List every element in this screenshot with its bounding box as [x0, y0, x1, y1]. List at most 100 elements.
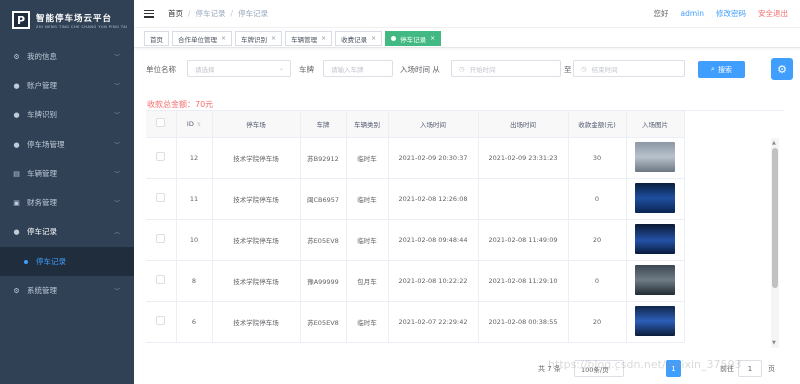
cell-type: 包月车 [346, 260, 389, 302]
tag-label: 车辆管理 [291, 35, 318, 44]
row-checkbox[interactable] [156, 316, 166, 325]
table-row[interactable]: 10 技术学院停车场 苏E05EV8 临时车 2021-02-08 09:48:44 20… [146, 219, 685, 261]
table-row[interactable]: 8 技术学院停车场 豫A99999 包月车 2021-02-08 10:22:22 202… [146, 260, 685, 302]
row-checkbox[interactable] [156, 193, 166, 202]
gear-icon: ⚙ [777, 62, 787, 76]
sidebar-item-label: 系统管理 [27, 286, 57, 295]
user-icon: ● [13, 81, 20, 90]
table-row[interactable]: 12 技术学院停车场 苏B92912 临时车 2021-02-09 20:30:37 20… [146, 137, 685, 179]
clock-icon: ◷ [459, 64, 465, 73]
app-title: 智能停车场云平台 [36, 13, 113, 24]
time-label: 入场时间 从 [400, 65, 440, 74]
cell-id: 6 [176, 301, 213, 343]
sidebar-item-4[interactable]: ▤ 车辆管理 ﹀ [0, 159, 134, 188]
gear-icon: ⚙ [13, 52, 20, 61]
row-checkbox[interactable] [156, 275, 166, 284]
sidebar-item-5[interactable]: ▣ 财务管理 ﹀ [0, 188, 134, 217]
entry-photo[interactable] [635, 264, 675, 295]
unit-label: 单位名称 [146, 65, 176, 74]
cell-amount: 0 [568, 260, 627, 302]
table-row[interactable]: 6 技术学院停车场 苏E05EV8 临时车 2021-02-07 22:29:42 202… [146, 301, 685, 343]
sidebar-item-8[interactable]: ⚙ 系统管理 ﹀ [0, 276, 134, 305]
cell-id: 11 [176, 178, 213, 220]
close-icon[interactable]: × [321, 35, 326, 42]
sidebar-item-2[interactable]: ● 车牌识别 ﹀ [0, 100, 134, 129]
plate-label: 车牌 [299, 65, 314, 74]
sidebar-item-3[interactable]: ● 停车场管理 ﹀ [0, 130, 134, 159]
cell-out [478, 178, 569, 220]
chevron-down-icon: ﹀ [113, 54, 120, 61]
cell-lot: 技术学院停车场 [212, 219, 301, 261]
tag-0[interactable]: 首页 [144, 31, 169, 46]
sidebar-item-0[interactable]: ⚙ 我的信息 ﹀ [0, 42, 134, 71]
sort-icon[interactable]: ⇅ [197, 122, 201, 128]
cell-plate: 苏E05EV8 [300, 301, 347, 343]
table-row[interactable]: 11 技术学院停车场 闽CB6957 临时车 2021-02-08 12:26:08 0 [146, 178, 685, 220]
scroll-thumb[interactable] [772, 148, 778, 288]
entry-photo[interactable] [635, 141, 675, 172]
tag-4[interactable]: 收费记录 × [335, 31, 383, 46]
entry-photo[interactable] [635, 182, 675, 213]
gear-icon: ⚙ [13, 286, 20, 295]
cell-type: 临时车 [346, 137, 389, 179]
cell-amount: 20 [568, 219, 627, 261]
close-icon[interactable]: × [221, 35, 226, 42]
entry-photo[interactable] [635, 223, 675, 254]
sidebar-item-7[interactable]: 停车记录 [0, 247, 134, 276]
app-subtitle: ZHI NENG TING CHE CHANG YUN PING TAI [36, 24, 128, 29]
sidebar-item-label: 车牌识别 [27, 110, 57, 119]
breadcrumb-home[interactable]: 首页 [168, 8, 183, 19]
username[interactable]: admin [681, 9, 705, 18]
row-checkbox[interactable] [156, 152, 166, 161]
clock-icon: ◷ [581, 64, 587, 73]
end-time-input[interactable]: ◷ 结束时间 [573, 60, 685, 77]
column-header-0[interactable] [146, 111, 177, 138]
tag-5[interactable]: 停车记录 × [385, 31, 442, 46]
select-all-checkbox[interactable] [156, 118, 166, 128]
change-password-link[interactable]: 修改密码 [716, 8, 746, 19]
entry-photo[interactable] [635, 305, 675, 336]
plate-input[interactable]: 请输入车牌 [323, 60, 393, 77]
cell-out: 2021-02-09 23:31:23 [478, 137, 569, 179]
table-scrollbar[interactable]: ▲ ▼ [771, 138, 779, 348]
user-icon: ● [13, 110, 20, 119]
sidebar-item-label: 账户管理 [27, 81, 57, 90]
chevron-down-icon: ﹀ [113, 142, 120, 149]
sidebar-item-label: 停车记录 [36, 257, 66, 266]
chevron-down-icon: ⌄ [278, 65, 284, 72]
column-header-1[interactable]: ID ⇅ [176, 111, 213, 138]
sidebar-item-label: 停车记录 [27, 227, 57, 236]
tag-label: 首页 [150, 35, 163, 44]
sidebar-item-6[interactable]: ● 停车记录 ︿ [0, 217, 134, 246]
column-header-4: 车辆类别 [346, 111, 389, 138]
tag-2[interactable]: 车牌识别 × [235, 31, 283, 46]
start-time-input[interactable]: ◷ 开始时间 [451, 60, 561, 77]
column-header-5: 入场时间 [388, 111, 479, 138]
close-icon[interactable]: × [271, 35, 276, 42]
cell-lot: 技术学院停车场 [212, 260, 301, 302]
settings-button[interactable]: ⚙ [771, 58, 793, 80]
column-header-6: 出场时间 [478, 111, 569, 138]
cell-in: 2021-02-08 12:26:08 [388, 178, 479, 220]
column-header-7: 收款金额(元) [568, 111, 627, 138]
tag-1[interactable]: 合作单位管理 × [172, 31, 233, 46]
row-checkbox[interactable] [156, 234, 166, 243]
logout-link[interactable]: 安全退出 [758, 8, 788, 19]
search-button[interactable]: ⌕ 搜索 [698, 61, 745, 78]
close-icon[interactable]: × [430, 35, 435, 42]
search-icon: ⌕ [711, 65, 715, 73]
filter-form: 单位名称 请选择 ⌄ 车牌 请输入车牌 入场时间 从 ◷ 开始时间 至 ◷ 结束时间 … [134, 58, 800, 82]
cell-lot: 技术学院停车场 [212, 178, 301, 220]
cell-type: 临时车 [346, 178, 389, 220]
wallet-icon: ▣ [13, 198, 20, 207]
tag-label: 停车记录 [400, 35, 427, 44]
close-icon[interactable]: × [371, 35, 376, 42]
tag-3[interactable]: 车辆管理 × [285, 31, 333, 46]
sidebar-item-1[interactable]: ● 账户管理 ﹀ [0, 71, 134, 100]
breadcrumb-level2: 停车记录 [238, 9, 269, 18]
chevron-down-icon: ﹀ [113, 112, 120, 119]
unit-select[interactable]: 请选择 ⌄ [187, 60, 291, 77]
cell-in: 2021-02-07 22:29:42 [388, 301, 479, 343]
cell-id: 12 [176, 137, 213, 179]
hamburger-icon[interactable] [144, 9, 154, 18]
